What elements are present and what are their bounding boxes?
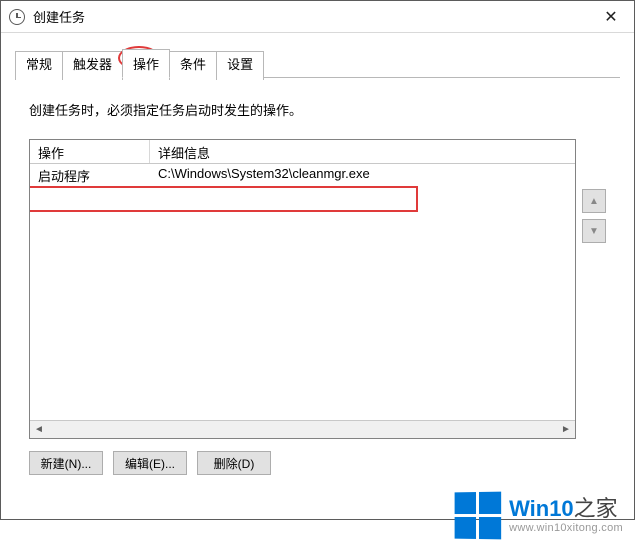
close-button[interactable]: ✕	[588, 1, 634, 32]
tab-actions[interactable]: 操作	[122, 49, 170, 78]
create-task-dialog: 创建任务 ✕ 常规 触发器 操作 条件 设置 创建任务时，必须指定任务启动时发生…	[0, 0, 635, 520]
tab-triggers[interactable]: 触发器	[62, 51, 123, 80]
titlebar: 创建任务 ✕	[1, 1, 634, 33]
table-row[interactable]: 启动程序 C:\Windows\System32\cleanmgr.exe	[30, 164, 575, 186]
tab-strip: 常规 触发器 操作 条件 设置	[1, 33, 634, 78]
description-text: 创建任务时，必须指定任务启动时发生的操作。	[29, 100, 606, 119]
windows-logo-icon	[455, 492, 502, 540]
move-up-button[interactable]: ▲	[582, 189, 606, 213]
triangle-up-icon: ▲	[589, 196, 599, 207]
table-body: 启动程序 C:\Windows\System32\cleanmgr.exe	[30, 164, 575, 420]
reorder-buttons: ▲ ▼	[582, 139, 606, 439]
tab-settings[interactable]: 设置	[216, 51, 264, 80]
brand-url: www.win10xitong.com	[509, 522, 623, 534]
watermark-text: Win10之家 www.win10xitong.com	[509, 497, 623, 533]
window-title: 创建任务	[33, 7, 85, 26]
table-header: 操作 详细信息	[30, 140, 575, 164]
action-buttons: 新建(N)... 编辑(E)... 删除(D)	[29, 451, 606, 475]
brand-suffix: 之家	[574, 496, 618, 521]
tab-conditions[interactable]: 条件	[169, 51, 217, 80]
cell-details: C:\Windows\System32\cleanmgr.exe	[150, 164, 575, 186]
column-action[interactable]: 操作	[30, 140, 150, 163]
new-button[interactable]: 新建(N)...	[29, 451, 103, 475]
scroll-track[interactable]	[48, 421, 557, 438]
tab-general[interactable]: 常规	[15, 51, 63, 80]
column-details[interactable]: 详细信息	[150, 140, 575, 163]
clock-icon	[9, 9, 25, 25]
scroll-left-icon[interactable]: ◄	[30, 421, 48, 438]
horizontal-scrollbar[interactable]: ◄ ►	[30, 420, 575, 438]
delete-button[interactable]: 删除(D)	[197, 451, 271, 475]
triangle-down-icon: ▼	[589, 226, 599, 237]
watermark: Win10之家 www.win10xitong.com	[454, 492, 623, 539]
brand-prefix: Win10	[509, 496, 574, 521]
tab-content: 创建任务时，必须指定任务启动时发生的操作。 操作 详细信息 启动程序 C:\Wi…	[1, 78, 634, 519]
edit-button[interactable]: 编辑(E)...	[113, 451, 187, 475]
move-down-button[interactable]: ▼	[582, 219, 606, 243]
actions-table[interactable]: 操作 详细信息 启动程序 C:\Windows\System32\cleanmg…	[29, 139, 576, 439]
cell-action: 启动程序	[30, 164, 150, 186]
annotation-row-highlight	[30, 186, 418, 212]
scroll-right-icon[interactable]: ►	[557, 421, 575, 438]
